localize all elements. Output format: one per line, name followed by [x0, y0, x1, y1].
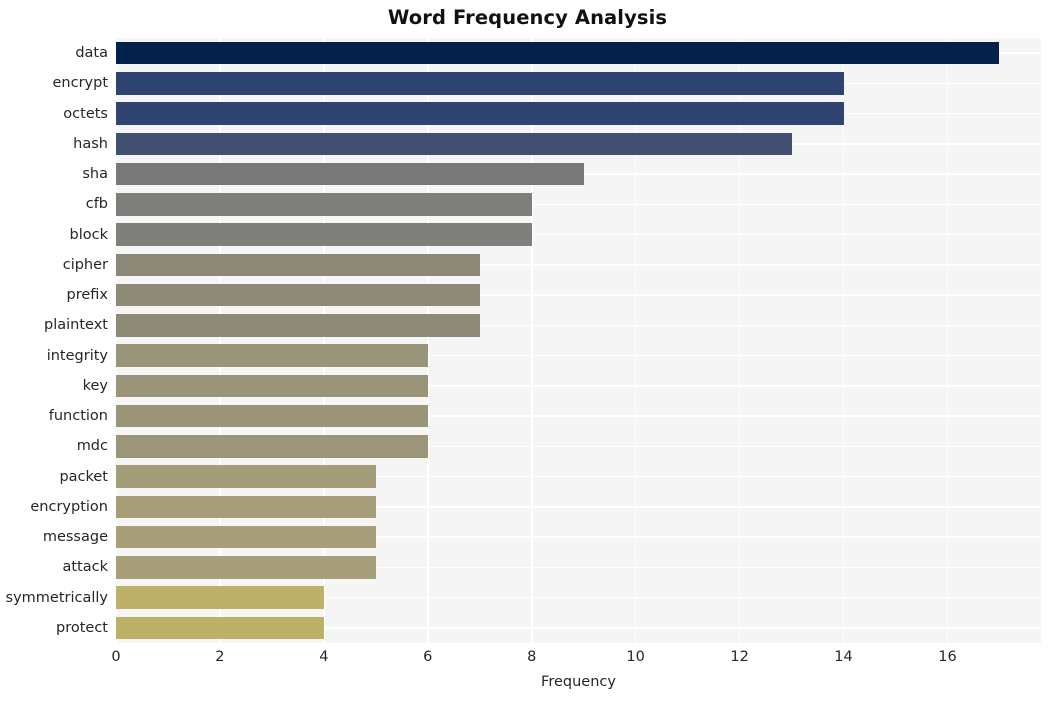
x-tick-label-0: 0	[111, 649, 121, 665]
y-tick-label-packet: packet	[59, 468, 108, 485]
bar-row[interactable]	[116, 462, 376, 492]
x-tick-label-10: 10	[626, 649, 645, 665]
bar-row[interactable]	[116, 189, 532, 219]
bar-row[interactable]	[116, 552, 376, 582]
bar-row[interactable]	[116, 250, 480, 280]
bar-row[interactable]	[116, 38, 1000, 68]
bar-packet[interactable]	[116, 465, 376, 488]
x-axis-label: Frequency	[541, 674, 616, 690]
bar-octets[interactable]	[116, 102, 844, 125]
y-tick-label-mdc: mdc	[76, 438, 108, 455]
bar-row[interactable]	[116, 280, 480, 310]
y-tick-label-symmetrically: symmetrically	[5, 589, 108, 606]
bar-row[interactable]	[116, 613, 324, 643]
plot-area	[115, 38, 1041, 643]
y-tick-label-data: data	[75, 45, 108, 62]
bar-attack[interactable]	[116, 556, 376, 579]
bar-mdc[interactable]	[116, 435, 428, 458]
y-tick-label-octets: octets	[63, 105, 108, 122]
bar-data[interactable]	[116, 41, 1000, 65]
y-tick-label-hash: hash	[73, 135, 108, 152]
y-tick-label-block: block	[69, 226, 108, 243]
bar-row[interactable]	[116, 341, 428, 371]
bar-function[interactable]	[116, 404, 428, 428]
bar-row[interactable]	[116, 583, 324, 613]
y-axis-tick-labels: data encrypt octets hash sha cfb block cipher pr…	[0, 38, 108, 643]
bar-row[interactable]	[116, 99, 844, 129]
bar-cipher[interactable]	[116, 253, 480, 277]
x-tick-label-8: 8	[527, 649, 537, 665]
page-title: Word Frequency Analysis	[387, 6, 668, 29]
x-tick-label-12: 12	[730, 649, 749, 665]
chart-figure: Word Frequency Analysis data encrypt octet…	[0, 0, 1055, 701]
y-tick-label-attack: attack	[62, 559, 108, 576]
bar-row[interactable]	[116, 431, 428, 461]
bar-message[interactable]	[116, 525, 376, 549]
x-gridline	[946, 38, 949, 643]
bar-row[interactable]	[116, 492, 376, 522]
bar-row[interactable]	[116, 310, 480, 340]
bar-sha[interactable]	[116, 162, 584, 186]
y-tick-label-cipher: cipher	[62, 256, 108, 273]
bar-row[interactable]	[116, 401, 428, 431]
bar-row[interactable]	[116, 68, 844, 98]
y-tick-label-message: message	[42, 529, 108, 546]
bar-block[interactable]	[116, 223, 532, 246]
y-tick-label-sha: sha	[82, 166, 108, 183]
bar-plaintext[interactable]	[116, 314, 480, 337]
bar-encrypt[interactable]	[116, 72, 844, 95]
bar-protect[interactable]	[116, 616, 324, 640]
bar-key[interactable]	[116, 374, 428, 398]
y-tick-label-protect: protect	[56, 619, 108, 636]
bar-hash[interactable]	[116, 132, 792, 156]
y-tick-label-cfb: cfb	[85, 196, 108, 213]
y-tick-label-encrypt: encrypt	[52, 75, 108, 92]
bar-row[interactable]	[116, 220, 532, 250]
bar-encryption[interactable]	[116, 495, 376, 519]
bar-integrity[interactable]	[116, 344, 428, 367]
bar-cfb[interactable]	[116, 193, 532, 216]
x-tick-label-14: 14	[834, 649, 853, 665]
y-tick-label-key: key	[82, 377, 108, 394]
y-tick-label-encryption: encryption	[30, 498, 108, 515]
bar-prefix[interactable]	[116, 283, 480, 307]
x-gridline	[842, 38, 845, 643]
x-axis-tick-labels: 0 2 4 6 8 10 12 14 16	[0, 649, 1055, 675]
x-tick-label-6: 6	[423, 649, 433, 665]
bar-row[interactable]	[116, 371, 428, 401]
bar-symmetrically[interactable]	[116, 586, 324, 609]
y-tick-label-function: function	[48, 408, 108, 425]
bar-row[interactable]	[116, 129, 792, 159]
y-tick-label-prefix: prefix	[66, 287, 108, 304]
y-tick-label-plaintext: plaintext	[44, 317, 108, 334]
x-tick-label-16: 16	[938, 649, 957, 665]
x-tick-label-4: 4	[319, 649, 329, 665]
bar-row[interactable]	[116, 522, 376, 552]
x-tick-label-2: 2	[215, 649, 225, 665]
y-tick-label-integrity: integrity	[46, 347, 108, 364]
bar-row[interactable]	[116, 159, 584, 189]
